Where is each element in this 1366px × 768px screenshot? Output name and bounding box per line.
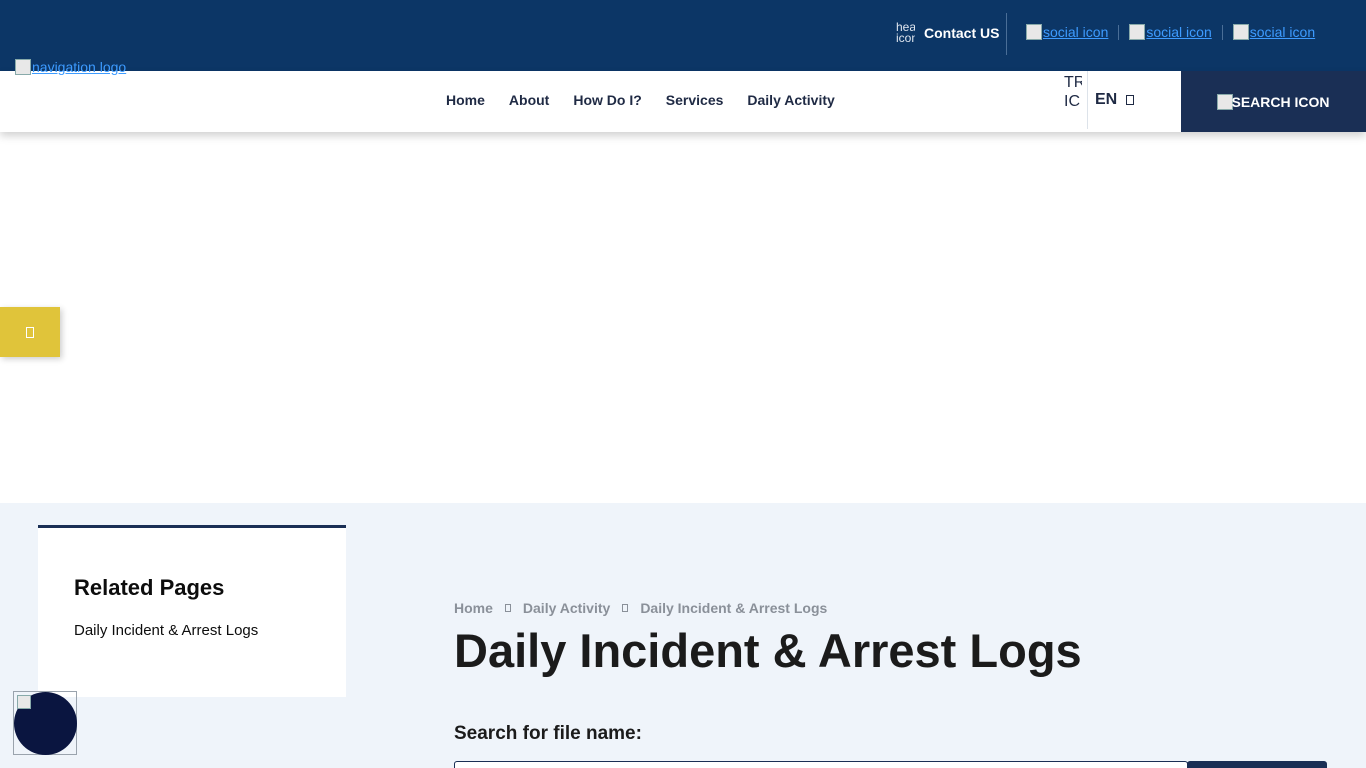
social-icon xyxy=(1129,24,1146,40)
social-link-3[interactable]: social icon xyxy=(1232,24,1316,40)
related-pages-title: Related Pages xyxy=(74,575,225,600)
contact-us-label: Contact US xyxy=(924,25,1000,41)
chevron-down-icon xyxy=(1126,95,1135,105)
accessibility-icon xyxy=(17,695,31,709)
nav-item-home[interactable]: Home xyxy=(446,92,485,108)
social-link-label: social icon xyxy=(1249,24,1316,40)
social-icon xyxy=(1232,24,1249,40)
navigation-logo[interactable]: navigation logo xyxy=(15,59,126,75)
search-button-label: SEARCH ICON xyxy=(1231,93,1330,110)
breadcrumb-daily-activity[interactable]: Daily Activity xyxy=(523,600,610,616)
language-label: EN xyxy=(1095,91,1118,108)
nav-menu: Home About How Do I? Services Daily Acti… xyxy=(446,92,859,108)
social-link-label: social icon xyxy=(1043,24,1109,40)
related-page-link[interactable]: Daily Incident & Arrest Logs xyxy=(74,622,258,639)
social-link-label: social icon xyxy=(1146,24,1212,40)
nav-item-about[interactable]: About xyxy=(509,92,549,108)
language-divider xyxy=(1087,71,1088,129)
chevron-right-icon xyxy=(504,604,511,612)
main-navbar: navigation logo Home About How Do I? Ser… xyxy=(0,59,1366,132)
nav-item-daily-activity[interactable]: Daily Activity xyxy=(747,92,834,108)
contact-us-link[interactable]: header icon Contact US xyxy=(896,12,999,54)
chevron-right-icon xyxy=(622,604,629,612)
logo-image-icon xyxy=(15,59,31,75)
social-divider xyxy=(1118,24,1120,40)
breadcrumb: Home Daily Activity Daily Incident & Arr… xyxy=(454,600,827,616)
side-feedback-tab[interactable] xyxy=(0,307,60,357)
search-file-label: Search for file name: xyxy=(454,723,642,744)
nav-item-how-do-i[interactable]: How Do I? xyxy=(573,92,641,108)
social-links: social icon social icon social icon xyxy=(1026,24,1315,40)
breadcrumb-current: Daily Incident & Arrest Logs xyxy=(640,600,828,616)
social-icon xyxy=(1026,24,1042,40)
social-link-1[interactable]: social icon xyxy=(1026,24,1108,40)
search-button[interactable]: SEARCH ICON xyxy=(1181,71,1366,132)
file-search-input[interactable] xyxy=(454,761,1188,768)
header-icon: header icon xyxy=(896,22,915,44)
language-selector[interactable]: EN xyxy=(1095,91,1135,109)
page-title: Daily Incident & Arrest Logs xyxy=(454,624,1082,677)
file-search-submit-button[interactable] xyxy=(1187,761,1327,768)
navigation-logo-alt: navigation logo xyxy=(32,59,127,75)
social-link-2[interactable]: social icon xyxy=(1129,24,1212,40)
social-divider xyxy=(1221,24,1223,40)
breadcrumb-home[interactable]: Home xyxy=(454,600,493,616)
related-pages-card: Related Pages Daily Incident & Arrest Lo… xyxy=(38,525,346,697)
side-tab-icon xyxy=(26,326,34,338)
translate-icon[interactable]: TR IC xyxy=(1064,73,1082,129)
nav-item-services[interactable]: Services xyxy=(666,92,724,108)
topbar-divider xyxy=(1006,13,1007,55)
top-utility-bar: header icon Contact US social icon socia… xyxy=(0,0,1366,71)
